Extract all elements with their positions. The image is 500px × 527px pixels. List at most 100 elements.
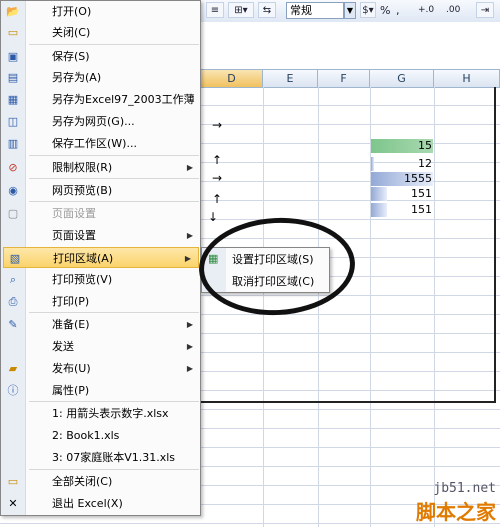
menu-item-label: 另存为(A) — [52, 71, 102, 84]
workspace-icon: ▥ — [7, 137, 19, 150]
menu-item-label: 另存为网页(G)... — [52, 115, 135, 128]
column-header-h[interactable]: H — [434, 70, 500, 87]
close-all-icon: ▭ — [7, 475, 19, 488]
menu-item-send[interactable]: 发送 ▶ — [2, 336, 200, 357]
cell-value[interactable]: 151 — [372, 187, 432, 201]
menu-divider — [29, 201, 199, 202]
save-as-icon: ▤ — [7, 71, 19, 84]
recent-file-1[interactable]: 1: 用箭头表示数字.xlsx — [2, 403, 200, 424]
menu-divider — [29, 44, 199, 45]
submenu-arrow-icon: ▶ — [184, 254, 191, 263]
menu-item-web-preview[interactable]: ◉ 网页预览(B) — [2, 180, 200, 201]
submenu-arrow-icon: ▶ — [186, 320, 193, 329]
menu-divider — [29, 312, 199, 313]
align-icon[interactable]: ≡ — [206, 2, 224, 18]
menu-item-label: 3: 07家庭账本V1.31.xls — [52, 451, 176, 464]
menu-item-label: 打开(O) — [52, 5, 92, 18]
chevron-down-icon[interactable]: ▼ — [344, 2, 356, 19]
submenu-arrow-icon: ▶ — [186, 364, 193, 373]
menu-item-label: 限制权限(R) — [52, 161, 113, 174]
web-preview-icon: ◉ — [8, 184, 18, 197]
menu-item-label: 退出 Excel(X) — [52, 497, 123, 510]
menu-item-label: 保存工作区(W)... — [52, 137, 137, 150]
recent-file-3[interactable]: 3: 07家庭账本V1.31.xls — [2, 447, 200, 468]
permission-icon: ⊘ — [8, 161, 18, 174]
menu-item-print[interactable]: ⎙ 打印(P) — [2, 291, 200, 312]
close-icon: ✕ — [8, 497, 18, 510]
menu-item-save[interactable]: ▣ 保存(S) — [2, 46, 200, 67]
menu-item-label: 2: Book1.xls — [52, 429, 120, 442]
menu-item-page-setup[interactable]: 页面设置 ▶ — [2, 225, 200, 246]
publish-icon: ▰ — [8, 362, 18, 375]
column-header-e[interactable]: E — [263, 70, 318, 87]
arrow-icon: ↑ — [212, 153, 223, 167]
menu-item-print-area[interactable]: ▧ 打印区域(A) ▶ — [3, 247, 199, 268]
menu-item-publish[interactable]: ▰ 发布(U) ▶ — [2, 358, 200, 379]
arrow-icon: ↓ — [208, 210, 219, 224]
number-format-select[interactable]: 常规 — [286, 2, 344, 19]
menu-item-label: 另存为Excel97_2003工作薄 — [52, 93, 195, 106]
cell-value[interactable]: 15 — [372, 139, 432, 153]
printer-icon: ⎙ — [8, 295, 18, 308]
menu-divider — [29, 401, 199, 402]
menu-item-exit[interactable]: ✕ 退出 Excel(X) — [2, 493, 200, 514]
menu-item-label: 关闭(C) — [52, 26, 91, 39]
menu-item-save-workspace[interactable]: ▥ 保存工作区(W)... — [2, 133, 200, 154]
cell-value[interactable]: 12 — [372, 157, 432, 171]
prepare-icon: ✎ — [8, 318, 18, 331]
menu-item-properties[interactable]: ⓘ 属性(P) — [2, 380, 200, 401]
currency-icon[interactable]: $▾ — [360, 2, 376, 18]
print-preview-icon: ⌕ — [9, 273, 17, 286]
comma-button[interactable]: , — [396, 2, 400, 19]
menu-item-label: 属性(P) — [52, 384, 90, 397]
menu-item-page-setup-disabled: ▢ 页面设置 — [2, 203, 200, 224]
menu-item-label: 页面设置 — [52, 229, 96, 242]
column-header-d[interactable]: D — [201, 70, 263, 87]
menu-item-save-as[interactable]: ▤ 另存为(A) — [2, 67, 200, 88]
page-setup-icon: ▢ — [7, 207, 19, 220]
indent-icon[interactable]: ⇥ — [476, 2, 494, 18]
menu-item-print-preview[interactable]: ⌕ 打印预览(V) — [2, 269, 200, 290]
menu-item-save-as-web[interactable]: ◫ 另存为网页(G)... — [2, 111, 200, 132]
menu-item-prepare[interactable]: ✎ 准备(E) ▶ — [2, 314, 200, 335]
submenu-arrow-icon: ▶ — [186, 163, 193, 172]
recent-file-2[interactable]: 2: Book1.xls — [2, 425, 200, 446]
menu-item-restrict-permission[interactable]: ⊘ 限制权限(R) ▶ — [2, 157, 200, 178]
menu-item-label: 发送 — [52, 340, 74, 353]
menu-item-label: 1: 用箭头表示数字.xlsx — [52, 407, 169, 420]
submenu-arrow-icon: ▶ — [186, 342, 193, 351]
watermark-site: jb51.net — [433, 481, 496, 496]
percent-button[interactable]: % — [380, 2, 390, 19]
menu-item-label: 打印预览(V) — [52, 273, 113, 286]
menu-item-label: 打印(P) — [52, 295, 90, 308]
folder-icon: ▭ — [7, 26, 19, 39]
decrease-decimal-button[interactable]: .00 — [446, 2, 460, 19]
watermark: jb51.net 脚本之家 — [416, 481, 496, 525]
column-header-g[interactable]: G — [370, 70, 434, 87]
menu-item-label: 页面设置 — [52, 207, 96, 220]
excel-save-icon: ▦ — [7, 93, 19, 106]
cell-value[interactable]: 1555 — [372, 172, 432, 186]
save-icon: ▣ — [7, 50, 19, 63]
number-format-value: 常规 — [290, 4, 312, 17]
menu-item-save-as-excel97[interactable]: ▦ 另存为Excel97_2003工作薄 — [2, 89, 200, 110]
open-folder-icon: 📂 — [6, 5, 20, 18]
properties-icon: ⓘ — [7, 384, 19, 397]
column-header-f[interactable]: F — [318, 70, 370, 87]
print-area-icon: ▧ — [9, 252, 21, 265]
menu-item-label: 网页预览(B) — [52, 184, 113, 197]
menu-item-label: 准备(E) — [52, 318, 90, 331]
menu-item-close[interactable]: ▭ 关闭(C) — [2, 22, 200, 43]
arrow-icon: → — [212, 171, 223, 185]
menu-divider — [29, 469, 199, 470]
merge-cells-icon[interactable]: ⊞▾ — [228, 2, 254, 18]
watermark-name: 脚本之家 — [416, 500, 496, 524]
menu-item-label: 打印区域(A) — [53, 252, 114, 265]
cell-value[interactable]: 151 — [372, 203, 432, 217]
arrow-icon: → — [212, 118, 223, 132]
wrap-icon[interactable]: ⇆ — [258, 2, 276, 18]
increase-decimal-button[interactable]: +.0 — [418, 2, 434, 19]
menu-item-close-all[interactable]: ▭ 全部关闭(C) — [2, 471, 200, 492]
file-menu: 📂 打开(O) ▭ 关闭(C) ▣ 保存(S) ▤ 另存为(A) ▦ 另存为Ex… — [0, 0, 201, 516]
menu-item-open[interactable]: 📂 打开(O) — [2, 1, 200, 22]
